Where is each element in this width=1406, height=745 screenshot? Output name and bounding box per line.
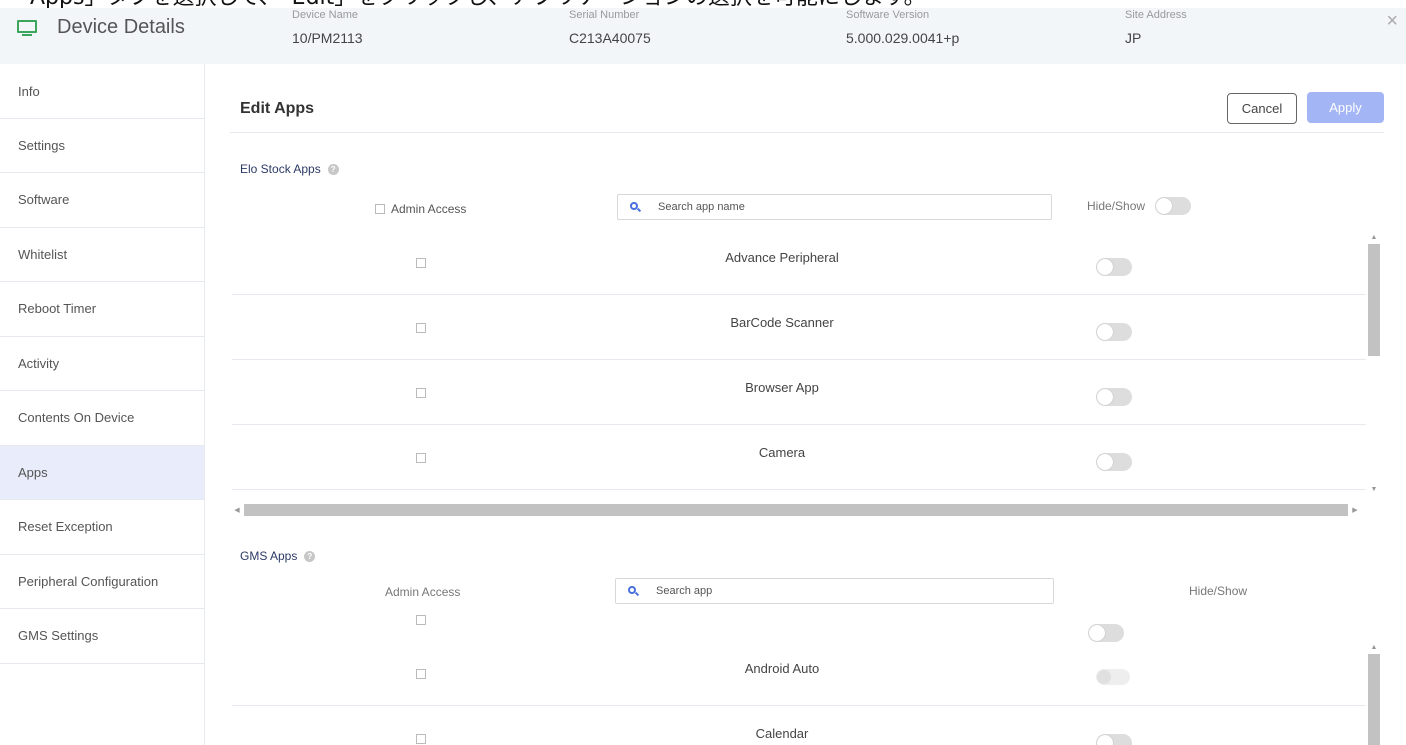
scrollbar-thumb[interactable] (244, 504, 1348, 516)
device-name-value: 10/PM2113 (292, 30, 363, 46)
device-name-label: Device Name (292, 9, 359, 21)
sidebar-item-apps[interactable]: Apps (0, 445, 204, 500)
scrollbar-thumb[interactable] (1368, 244, 1380, 356)
app-name: BarCode Scanner (730, 315, 834, 330)
hide-show-toggle[interactable] (1096, 453, 1132, 471)
app-name: Browser App (745, 380, 819, 395)
search-icon (630, 202, 642, 213)
apply-button[interactable]: Apply (1307, 92, 1384, 123)
scroll-down-icon[interactable]: ▼ (1368, 484, 1380, 496)
sidebar-item-activity[interactable]: Activity (0, 337, 204, 391)
device-name-field: Device Name 10/PM2113 (292, 8, 363, 46)
software-version-field: Software Version 5.000.029.0041+p (846, 8, 959, 46)
gms-apps-title-label: GMS Apps (240, 549, 298, 563)
stock-hide-show-all-toggle[interactable] (1155, 197, 1192, 215)
divider (230, 132, 1384, 133)
sidebar-item-label: Whitelist (18, 246, 68, 262)
site-address-label: Site Address (1125, 9, 1187, 21)
app-name: Camera (758, 445, 806, 460)
site-address-value: JP (1125, 30, 1142, 46)
scroll-left-icon[interactable]: ◀ (230, 506, 244, 514)
list-item: Advance Peripheral (232, 230, 1366, 295)
main-panel: Edit Apps Cancel Apply Elo Stock Apps ? … (230, 64, 1406, 745)
gms-hide-show-all-toggle[interactable] (1088, 624, 1124, 642)
sidebar-item-label: Apps (18, 464, 48, 480)
search-icon (628, 586, 640, 597)
sidebar-item-label: Activity (18, 355, 60, 371)
sidebar-item-peripheral-configuration[interactable]: Peripheral Configuration (0, 555, 204, 609)
scroll-right-icon[interactable]: ▶ (1348, 506, 1362, 514)
serial-number-field: Serial Number C213A40075 (569, 8, 651, 46)
stock-search-box (617, 194, 1052, 220)
gms-hide-show-label: Hide/Show (1189, 584, 1248, 598)
hide-show-toggle[interactable] (1096, 388, 1132, 406)
sidebar-item-gms-settings[interactable]: GMS Settings (0, 609, 204, 664)
app-name: Android Auto (744, 661, 820, 676)
gms-apps-list: Android Auto Calendar (232, 641, 1366, 745)
gms-vertical-scrollbar[interactable]: ▲ (1368, 642, 1380, 745)
gms-admin-access-label: Admin Access (385, 585, 461, 599)
stock-horizontal-scrollbar[interactable]: ◀ ▶ (230, 504, 1384, 516)
sidebar-item-label: GMS Settings (18, 628, 99, 644)
sidebar-item-label: Settings (18, 137, 65, 153)
gms-apps-section-title: GMS Apps ? (240, 549, 316, 563)
device-header: Device Details Device Name 10/PM2113 Ser… (0, 8, 1406, 64)
sidebar-item-label: Reboot Timer (18, 301, 97, 317)
gms-admin-access-select-all-checkbox[interactable] (416, 615, 426, 625)
hide-show-toggle[interactable] (1096, 669, 1130, 685)
sidebar-item-label: Contents On Device (18, 410, 135, 426)
sidebar-item-software[interactable]: Software (0, 173, 204, 228)
hide-show-toggle[interactable] (1096, 734, 1132, 745)
list-item: Calendar (232, 706, 1366, 745)
software-version-value: 5.000.029.0041+p (846, 30, 960, 46)
app-name: Calendar (755, 726, 809, 741)
stock-admin-access-select-all-checkbox[interactable] (375, 204, 385, 214)
help-icon[interactable]: ? (304, 550, 316, 562)
stock-apps-section-title: Elo Stock Apps ? (240, 162, 339, 176)
sidebar-item-whitelist[interactable]: Whitelist (0, 228, 204, 282)
sidebar-item-reset-exception[interactable]: Reset Exception (0, 500, 204, 555)
sidebar-item-label: Info (18, 84, 40, 99)
stock-apps-list: Advance Peripheral BarCode Scanner Brows… (232, 230, 1366, 490)
help-icon[interactable]: ? (327, 163, 339, 175)
sidebar-item-settings[interactable]: Settings (0, 119, 204, 173)
scrollbar-thumb[interactable] (1368, 654, 1380, 745)
page-title: Device Details (57, 16, 185, 38)
hide-show-toggle[interactable] (1096, 323, 1132, 341)
gms-search-box (615, 578, 1054, 604)
stock-admin-access-label: Admin Access (391, 202, 467, 216)
serial-number-label: Serial Number (569, 9, 640, 21)
gms-search-input[interactable] (656, 585, 1016, 597)
cancel-button[interactable]: Cancel (1227, 93, 1297, 124)
list-item: BarCode Scanner (232, 295, 1366, 360)
monitor-icon (17, 19, 37, 36)
stock-apps-title-label: Elo Stock Apps (240, 162, 321, 176)
stock-vertical-scrollbar[interactable]: ▲ ▼ (1368, 232, 1380, 496)
close-icon[interactable]: × (1386, 10, 1398, 33)
site-address-field: Site Address JP (1125, 8, 1187, 46)
app-name: Advance Peripheral (725, 250, 839, 265)
scroll-up-icon[interactable]: ▲ (1368, 232, 1380, 244)
list-item: Browser App (232, 360, 1366, 425)
list-item: Camera (232, 425, 1366, 490)
list-item: Android Auto (232, 641, 1366, 706)
sidebar-item-label: Reset Exception (18, 519, 113, 535)
scroll-up-icon[interactable]: ▲ (1368, 642, 1380, 654)
serial-number-value: C213A40075 (569, 30, 651, 46)
sidebar-item-label: Peripheral Configuration (18, 573, 159, 589)
hide-show-toggle[interactable] (1096, 258, 1132, 276)
stock-search-input[interactable] (658, 201, 1018, 213)
sidebar-item-reboot-timer[interactable]: Reboot Timer (0, 282, 204, 337)
sidebar-item-label: Software (18, 192, 70, 208)
sidebar-item-contents-on-device[interactable]: Contents On Device (0, 391, 204, 446)
sidebar-item-info[interactable]: Info (0, 64, 204, 119)
edit-apps-title: Edit Apps (240, 100, 315, 117)
stock-admin-access-header: Admin Access (375, 202, 466, 216)
stock-hide-show-header: Hide/Show (1087, 197, 1192, 215)
sidebar: Info Settings Software Whitelist Reboot … (0, 64, 205, 745)
software-version-label: Software Version (846, 9, 930, 21)
stock-hide-show-label: Hide/Show (1087, 199, 1146, 213)
